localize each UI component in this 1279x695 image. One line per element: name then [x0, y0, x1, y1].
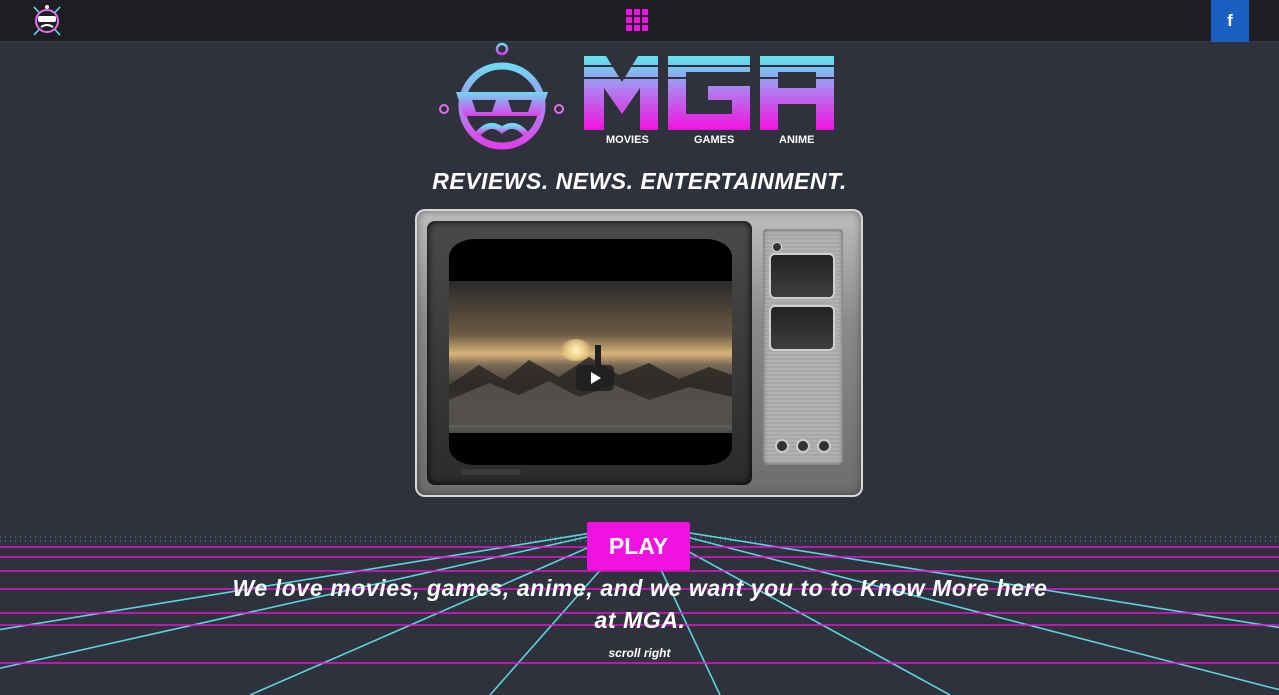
tagline: REVIEWS. NEWS. ENTERTAINMENT. — [432, 168, 847, 194]
tv-knob — [819, 441, 829, 451]
games-label: GAMES — [694, 134, 735, 146]
tv-screen-frame — [427, 221, 752, 485]
video-player[interactable] — [449, 239, 732, 465]
play-button[interactable]: PLAY — [587, 522, 690, 570]
tv-knob — [798, 441, 808, 451]
tv-control-panel — [763, 229, 843, 465]
channel-dial — [771, 255, 833, 297]
retro-tv — [415, 209, 863, 497]
facebook-button[interactable]: f — [1211, 0, 1249, 42]
volume-dial — [771, 307, 833, 349]
scroll-hint: scroll right — [608, 646, 671, 660]
power-button-icon — [773, 243, 781, 251]
top-navigation-bar: f — [0, 0, 1279, 42]
intro-message: We love movies, games, anime, and we wan… — [232, 575, 1048, 633]
video-play-icon[interactable] — [576, 365, 614, 391]
tv-slot — [461, 469, 521, 475]
anime-label: ANIME — [779, 134, 815, 146]
tv-knob — [777, 441, 787, 451]
mga-logo-icon[interactable] — [28, 3, 66, 39]
facebook-icon: f — [1227, 11, 1233, 30]
grid-menu-icon[interactable] — [626, 9, 648, 31]
video-thumbnail — [449, 281, 732, 433]
movies-label: MOVIES — [606, 134, 649, 146]
